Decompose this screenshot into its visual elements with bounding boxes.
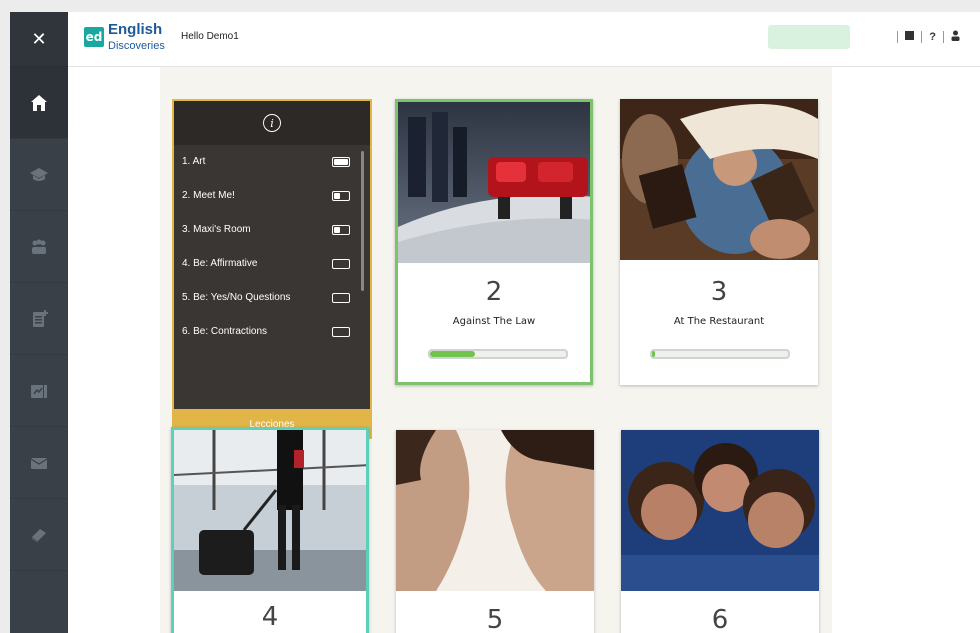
status-pill	[768, 25, 850, 49]
unit-title: Against The Law	[452, 316, 536, 327]
units-panel: i 1. Art 2. Meet Me! 3. Maxi's Room 4. Be: …	[160, 67, 832, 633]
unit-number: 6	[711, 605, 729, 633]
logo-badge[interactable]: ed	[84, 27, 104, 47]
lesson-progress-fill	[334, 193, 340, 199]
lesson-progress-fill	[334, 227, 340, 233]
unit-number: 5	[486, 605, 504, 633]
unit-image	[396, 430, 594, 591]
lesson-item[interactable]: 6. Be: Contractions	[174, 315, 370, 349]
divider	[943, 31, 944, 43]
lesson-item[interactable]: 1. Art	[174, 145, 370, 179]
unit-image	[620, 99, 818, 260]
lesson-label: 5. Be: Yes/No Questions	[182, 292, 291, 303]
lesson-progress-icon	[332, 327, 350, 337]
unit-card-2[interactable]: 2 Against The Law	[395, 99, 593, 385]
lessons-card[interactable]: i 1. Art 2. Meet Me! 3. Maxi's Room 4. Be: …	[172, 99, 372, 439]
lesson-list: 1. Art 2. Meet Me! 3. Maxi's Room 4. Be: Af…	[174, 145, 370, 349]
lesson-progress-icon	[332, 293, 350, 303]
user-icon[interactable]	[951, 30, 960, 44]
unit-card-3[interactable]: 3 At The Restaurant	[620, 99, 818, 385]
unit-image	[621, 430, 819, 591]
lessons-scrollbar[interactable]	[361, 151, 364, 291]
unit-card-4[interactable]: 4	[171, 427, 369, 633]
lesson-item[interactable]: 5. Be: Yes/No Questions	[174, 281, 370, 315]
logo-subtext[interactable]: Discoveries	[108, 40, 165, 52]
lesson-label: 3. Maxi's Room	[182, 224, 251, 235]
progress-icon[interactable]	[10, 355, 68, 427]
home-icon[interactable]	[10, 67, 68, 139]
lesson-progress-icon	[332, 259, 350, 269]
unit-card-5[interactable]: 5	[396, 430, 594, 633]
unit-number: 3	[710, 277, 728, 307]
side-nav: ✕	[10, 12, 68, 633]
lesson-label: 2. Meet Me!	[182, 190, 235, 201]
unit-number: 4	[261, 602, 279, 632]
book-icon[interactable]	[10, 499, 68, 571]
unit-image	[398, 102, 590, 263]
lesson-label: 1. Art	[182, 156, 206, 167]
unit-image	[174, 430, 366, 591]
unit-card-6[interactable]: 6	[621, 430, 819, 633]
help-icon[interactable]: ?	[929, 31, 936, 43]
unit-progress-fill	[430, 351, 475, 357]
unit-title: At The Restaurant	[673, 316, 765, 327]
app-screen: ✕ ed English Discoveries Hello Demo1 ? i…	[10, 12, 980, 633]
divider	[897, 31, 899, 43]
lesson-progress-fill	[334, 159, 348, 165]
lesson-item[interactable]: 3. Maxi's Room	[174, 213, 370, 247]
unit-number: 2	[485, 277, 503, 307]
lesson-label: 4. Be: Affirmative	[182, 258, 258, 269]
header-tools: ?	[897, 30, 960, 44]
lesson-item[interactable]: 2. Meet Me!	[174, 179, 370, 213]
lesson-progress-icon	[332, 157, 350, 167]
grid-icon[interactable]	[905, 31, 915, 43]
lesson-progress-icon	[332, 225, 350, 235]
user-greeting: Hello Demo1	[181, 31, 239, 42]
messages-icon[interactable]	[10, 427, 68, 499]
lesson-label: 6. Be: Contractions	[182, 326, 268, 337]
unit-progress-bar	[650, 349, 790, 359]
lesson-item[interactable]: 4. Be: Affirmative	[174, 247, 370, 281]
divider	[921, 31, 923, 43]
assignment-icon[interactable]	[10, 283, 68, 355]
unit-progress-bar	[428, 349, 568, 359]
courses-icon[interactable]	[10, 139, 68, 211]
info-icon[interactable]: i	[263, 114, 281, 132]
close-icon[interactable]: ✕	[10, 12, 68, 67]
unit-progress-fill	[652, 351, 655, 357]
logo-text[interactable]: English	[108, 21, 162, 38]
community-icon[interactable]	[10, 211, 68, 283]
top-bar: ed English Discoveries Hello Demo1 ?	[68, 12, 980, 67]
lessons-header: i	[174, 101, 370, 145]
lesson-progress-icon	[332, 191, 350, 201]
